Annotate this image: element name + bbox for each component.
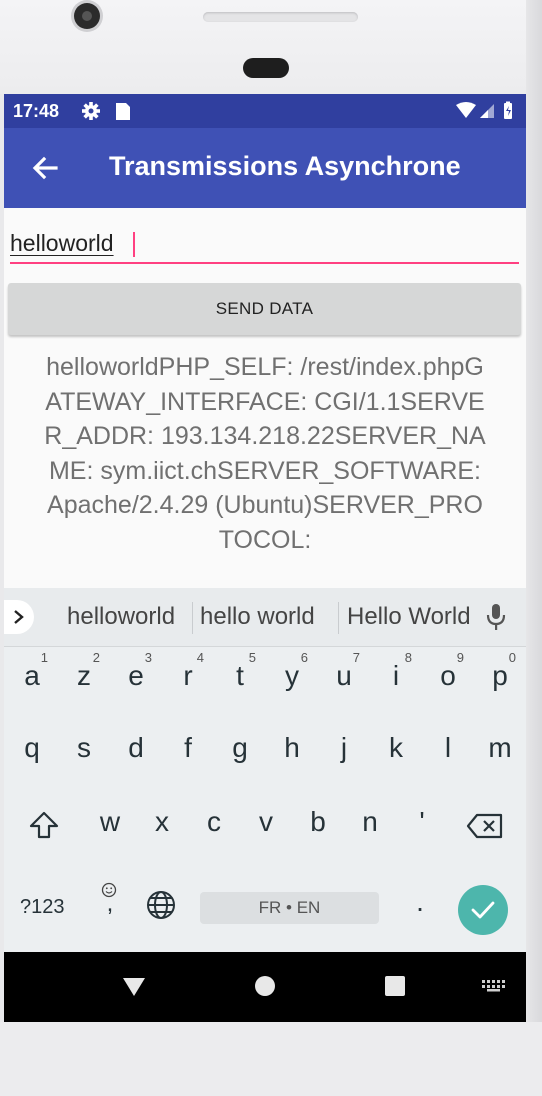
key-u[interactable]: u7 [318, 646, 370, 706]
key-apostrophe[interactable]: ' [396, 792, 448, 852]
device-frame-bottom [0, 1022, 542, 1096]
key-g[interactable]: g [214, 718, 266, 778]
message-input[interactable]: helloworld [10, 228, 519, 264]
wifi-icon [456, 102, 476, 118]
suggestion-3[interactable]: Hello World [347, 603, 471, 631]
sd-card-icon [116, 103, 130, 120]
voice-input-button[interactable] [484, 602, 508, 637]
phone-screen: 17:48 Transmissions Asynchrone helloworl… [4, 94, 526, 1022]
status-bar: 17:48 [4, 94, 526, 128]
key-q[interactable]: q [6, 718, 58, 778]
page-title: Transmissions Asynchrone [109, 151, 461, 181]
suggestion-2[interactable]: hello world [200, 603, 315, 631]
microphone-icon [486, 604, 506, 630]
period-key[interactable]: . [394, 882, 446, 926]
key-d[interactable]: d [110, 718, 162, 778]
key-v[interactable]: v [240, 792, 292, 852]
recents-icon[interactable] [384, 975, 406, 997]
key-y[interactable]: y6 [266, 646, 318, 706]
app-bar: Transmissions Asynchrone [4, 128, 526, 208]
key-k[interactable]: k [370, 718, 422, 778]
response-text: helloworldPHP_SELF: /rest/index.phpGATEW… [44, 353, 486, 554]
key-x[interactable]: x [136, 792, 188, 852]
key-r[interactable]: r4 [162, 646, 214, 706]
backspace-icon [466, 813, 503, 839]
expand-suggestions-button[interactable] [4, 600, 34, 634]
status-time: 17:48 [13, 101, 60, 121]
symbols-key[interactable]: ?123 [20, 896, 65, 919]
key-f[interactable]: f [162, 718, 214, 778]
arrow-back-icon [32, 156, 58, 180]
check-icon [471, 901, 495, 919]
emoji-comma-key[interactable]: , [84, 878, 136, 928]
key-n[interactable]: n [344, 792, 396, 852]
suggestion-1[interactable]: helloworld [67, 603, 175, 631]
comma-label: , [106, 890, 114, 917]
status-icons-left [82, 100, 138, 127]
key-t[interactable]: t5 [214, 646, 266, 706]
device-frame-edge [526, 0, 542, 1096]
settings-icon [82, 102, 130, 120]
suggestion-strip: helloworld hello world Hello World [4, 588, 526, 647]
key-a[interactable]: a1 [6, 646, 58, 706]
key-p[interactable]: p0 [474, 646, 526, 706]
key-b[interactable]: b [292, 792, 344, 852]
home-icon[interactable] [254, 975, 276, 997]
navigation-bar [4, 952, 526, 1022]
main-content: helloworld SEND DATA helloworldPHP_SELF:… [4, 208, 526, 588]
send-data-button[interactable]: SEND DATA [8, 283, 521, 335]
suggestion-divider [338, 602, 339, 634]
language-switch-key[interactable] [134, 878, 186, 928]
key-c[interactable]: c [188, 792, 240, 852]
enter-key[interactable] [458, 885, 508, 935]
text-caret [133, 232, 135, 257]
key-s[interactable]: s [58, 718, 110, 778]
keyboard-switch-icon[interactable] [482, 980, 506, 992]
key-o[interactable]: o9 [422, 646, 474, 706]
key-l[interactable]: l [422, 718, 474, 778]
key-m[interactable]: m [474, 718, 526, 778]
front-camera [74, 3, 100, 29]
key-z[interactable]: z2 [58, 646, 110, 706]
shift-key[interactable] [18, 792, 70, 852]
message-input-value: helloworld [10, 230, 114, 256]
suggestion-divider [192, 602, 193, 634]
key-i[interactable]: i8 [370, 646, 422, 706]
shift-icon [29, 811, 59, 839]
soft-keyboard: helloworld hello world Hello World a1 z2… [4, 588, 526, 952]
chevron-right-icon [14, 610, 24, 624]
earpiece-speaker [203, 12, 358, 22]
key-e[interactable]: e3 [110, 646, 162, 706]
key-w[interactable]: w [84, 792, 136, 852]
key-j[interactable]: j [318, 718, 370, 778]
status-icons-right [454, 101, 518, 126]
back-nav-icon[interactable] [121, 976, 147, 998]
key-h[interactable]: h [266, 718, 318, 778]
backspace-key[interactable] [459, 792, 511, 852]
globe-icon [147, 891, 175, 919]
device-frame-top [0, 0, 542, 94]
back-button[interactable] [26, 148, 66, 188]
proximity-sensor [243, 58, 289, 78]
space-bar[interactable]: FR • EN [200, 892, 379, 924]
